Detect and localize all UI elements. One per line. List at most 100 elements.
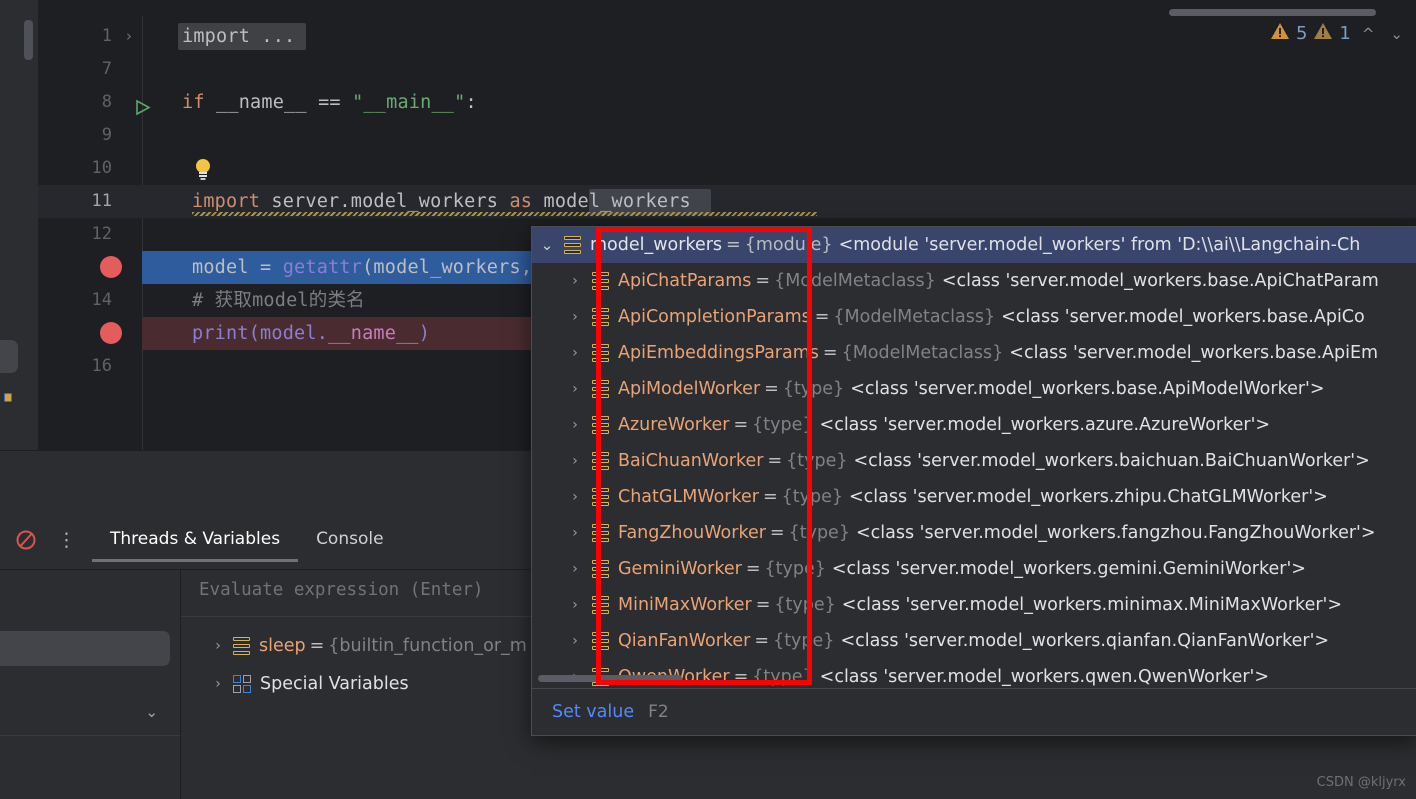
variable-icon xyxy=(592,631,609,651)
set-value-link[interactable]: Set value xyxy=(552,702,634,722)
variable-type: {type} xyxy=(774,595,836,615)
variable-name: ChatGLMWorker xyxy=(618,487,759,507)
variable-equals: = xyxy=(745,559,761,579)
line-number: 7 xyxy=(101,59,112,79)
rail-floating-chip[interactable] xyxy=(0,340,18,373)
expand-arrow-icon[interactable]: › xyxy=(560,309,590,325)
line-number-current: 11 xyxy=(91,191,112,211)
warning-icon[interactable] xyxy=(1270,22,1290,45)
expand-arrow-icon[interactable]: › xyxy=(560,273,590,289)
collapse-arrow-icon[interactable]: ⌄ xyxy=(532,236,562,254)
variable-name: MiniMaxWorker xyxy=(618,595,752,615)
variable-equals: = xyxy=(733,667,749,687)
tab-console[interactable]: Console xyxy=(298,525,402,562)
line-number: 12 xyxy=(91,224,112,244)
variable-value: <class 'server.model_workers.base.ApiEm xyxy=(1009,343,1379,363)
tab-threads-and-variables[interactable]: Threads & Variables xyxy=(92,525,299,562)
variable-inspection-popup[interactable]: ⌄ model_workers = {module} <module 'serv… xyxy=(531,226,1416,736)
line-number: 9 xyxy=(101,125,112,145)
variable-value: <class 'server.model_workers.base.ApiMod… xyxy=(850,379,1325,399)
variable-value: <class 'server.model_workers.minimax.Min… xyxy=(841,595,1343,615)
editor-horizontal-scrollbar[interactable] xyxy=(38,0,1416,16)
lightbulb-icon xyxy=(196,159,210,180)
popup-item-row[interactable]: › BaiChuanWorker = {type} <class 'server… xyxy=(532,443,1416,479)
variable-icon xyxy=(592,379,609,399)
line-number: 16 xyxy=(91,356,112,376)
line-number: 8 xyxy=(101,92,112,112)
inspections-widget[interactable]: 5 1 ^ ⌄ xyxy=(1270,22,1408,45)
name-dunder: __name__ == xyxy=(204,92,353,113)
expand-arrow-icon[interactable]: › xyxy=(560,381,590,397)
expand-arrow-icon[interactable]: › xyxy=(560,561,590,577)
variable-equals: = xyxy=(733,415,749,435)
code-line-13: model = getattr(model_workers, xyxy=(192,251,532,284)
expand-arrow-icon[interactable]: › xyxy=(205,676,231,692)
line-number: 14 xyxy=(91,290,112,310)
expand-arrow-icon[interactable]: › xyxy=(560,489,590,505)
variable-value: <class 'server.model_workers.baichuan.Ba… xyxy=(853,451,1370,471)
chevron-down-icon[interactable]: ⌄ xyxy=(1385,25,1408,43)
variable-icon xyxy=(592,451,609,471)
popup-item-row[interactable]: › QwenWorker = {type} <class 'server.mod… xyxy=(532,659,1416,688)
variable-value: <class 'server.model_workers.azure.Azure… xyxy=(819,415,1271,435)
variable-name: sleep xyxy=(259,636,306,656)
thread-selector-dropdown[interactable]: ⌄ xyxy=(0,689,180,736)
module-alias: model_workers xyxy=(532,191,691,212)
popup-item-row[interactable]: › MiniMaxWorker = {type} <class 'server.… xyxy=(532,587,1416,623)
editor-gutter[interactable]: 1 › 7 8 9 10 11 12 14 16 xyxy=(38,16,151,450)
variable-equals: = xyxy=(764,379,779,399)
popup-root-row[interactable]: ⌄ model_workers = {module} <module 'serv… xyxy=(532,227,1416,263)
variable-type: {type} xyxy=(773,631,835,651)
weak-warning-count: 1 xyxy=(1339,23,1351,44)
popup-variable-list[interactable]: ⌄ model_workers = {module} <module 'serv… xyxy=(532,227,1416,688)
expand-arrow-icon[interactable]: › xyxy=(560,345,590,361)
mute-breakpoints-button[interactable] xyxy=(14,528,38,552)
function-getattr: getattr xyxy=(282,257,363,278)
variable-value: <class 'server.model_workers.gemini.Gemi… xyxy=(831,559,1306,579)
variable-type: {builtin_function_or_m xyxy=(328,636,527,656)
variable-name: BaiChuanWorker xyxy=(618,451,764,471)
expand-arrow-icon[interactable]: › xyxy=(560,597,590,613)
stack-frame-item[interactable] xyxy=(0,631,170,666)
popup-item-row[interactable]: › ApiChatParams = {ModelMetaclass} <clas… xyxy=(532,263,1416,299)
intention-bulb-icon[interactable] xyxy=(192,157,214,181)
popup-item-row[interactable]: › ApiCompletionParams = {ModelMetaclass}… xyxy=(532,299,1416,335)
weak-warning-icon[interactable] xyxy=(1313,22,1333,45)
popup-item-row[interactable]: › QianFanWorker = {type} <class 'server.… xyxy=(532,623,1416,659)
popup-item-row[interactable]: › ApiEmbeddingsParams = {ModelMetaclass}… xyxy=(532,335,1416,371)
close-paren: ) xyxy=(418,323,431,344)
breakpoint-marker[interactable] xyxy=(100,256,122,278)
variable-row-special-variables[interactable]: › Special Variables xyxy=(205,665,409,703)
popup-item-row[interactable]: › ChatGLMWorker = {type} <class 'server.… xyxy=(532,479,1416,515)
variable-type: {module} xyxy=(744,235,833,255)
warning-squiggle xyxy=(192,212,817,216)
code-line-1: import ... xyxy=(182,26,296,47)
popup-item-row[interactable]: › AzureWorker = {type} <class 'server.mo… xyxy=(532,407,1416,443)
expand-arrow-icon[interactable]: › xyxy=(560,633,590,649)
popup-item-row[interactable]: › FangZhouWorker = {type} <class 'server… xyxy=(532,515,1416,551)
chevron-up-icon[interactable]: ^ xyxy=(1357,25,1380,43)
popup-item-row[interactable]: › GeminiWorker = {type} <class 'server.m… xyxy=(532,551,1416,587)
breakpoint-marker[interactable] xyxy=(100,322,122,344)
expand-arrow-icon[interactable]: › xyxy=(560,453,590,469)
variable-icon xyxy=(592,271,609,291)
variable-row-sleep[interactable]: › sleep = {builtin_function_or_m xyxy=(205,627,527,665)
expand-arrow-icon[interactable]: › xyxy=(205,638,231,654)
variable-equals: = xyxy=(767,451,783,471)
variable-name: Special Variables xyxy=(260,674,409,694)
expand-arrow-icon[interactable]: › xyxy=(560,525,590,541)
editor-scrollbar-thumb[interactable] xyxy=(1169,9,1376,16)
code-line-15: print(model.__name__) xyxy=(192,317,430,350)
expand-arrow-icon[interactable]: › xyxy=(560,417,590,433)
popup-horizontal-scrollbar[interactable] xyxy=(538,675,682,682)
more-options-button[interactable]: ⋮ xyxy=(57,527,76,553)
code-line-8: if __name__ == "__main__": xyxy=(182,86,477,119)
variable-type: {type} xyxy=(786,451,848,471)
rail-scrollbar-thumb[interactable] xyxy=(24,20,33,60)
variable-equals: = xyxy=(754,631,770,651)
variable-icon xyxy=(592,343,609,363)
print-call: print(model. xyxy=(192,323,329,344)
fold-arrow-icon[interactable]: › xyxy=(126,20,132,53)
variable-value: <class 'server.model_workers.qwen.QwenWo… xyxy=(819,667,1270,687)
popup-item-row[interactable]: › ApiModelWorker = {type} <class 'server… xyxy=(532,371,1416,407)
